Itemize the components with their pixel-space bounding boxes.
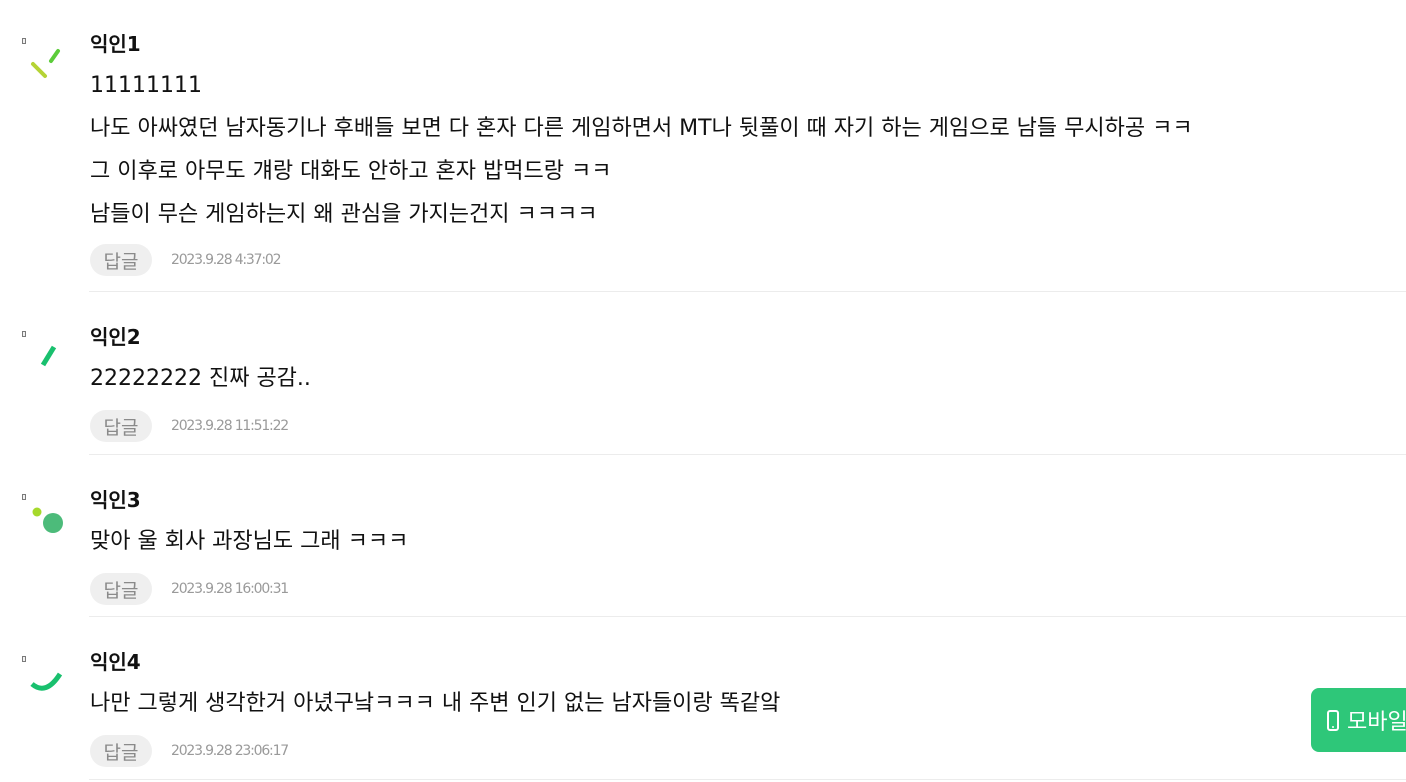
dots-avatar-icon — [32, 507, 63, 533]
comment-text-line: 맞아 울 회사 과장님도 그래 ㅋㅋㅋ — [90, 529, 409, 554]
two-dash-avatar-icon — [31, 49, 60, 78]
comment-text-line: 남들이 무슨 게임하는지 왜 관심을 가지는건지 ㅋㅋㅋㅋ — [90, 202, 598, 227]
reply-button[interactable]: 답글 — [90, 410, 152, 442]
slash-avatar-icon — [40, 345, 57, 367]
avatar[interactable] — [20, 656, 70, 706]
reply-button[interactable]: 답글 — [90, 735, 152, 767]
mobile-view-label: 모바일 — [1347, 710, 1406, 735]
phone-icon — [1327, 709, 1339, 731]
comment-text-line: 그 이후로 아무도 걔랑 대화도 안하고 혼자 밥먹드랑 ㅋㅋ — [90, 159, 612, 184]
divider — [89, 291, 1406, 292]
comment-author: 익인2 — [90, 325, 141, 349]
avatar[interactable] — [20, 38, 70, 88]
divider — [89, 616, 1406, 617]
avatar[interactable] — [20, 331, 70, 381]
comment-list: 익인1 11111111 나도 아싸였던 남자동기나 후배들 보면 다 혼자 다… — [0, 0, 1406, 782]
comment-author: 익인3 — [90, 488, 141, 512]
divider — [89, 779, 1406, 780]
comment-author: 익인4 — [90, 650, 141, 674]
comment-timestamp: 2023.9.28 11:51:22 — [171, 418, 289, 434]
comment-timestamp: 2023.9.28 23:06:17 — [171, 743, 289, 759]
reply-button[interactable]: 답글 — [90, 573, 152, 605]
comment-text-line: 나도 아싸였던 남자동기나 후배들 보면 다 혼자 다른 게임하면서 MT나 뒷… — [90, 116, 1193, 141]
arc-avatar-icon — [30, 672, 63, 691]
comment-text-line: 22222222 진짜 공감.. — [90, 366, 311, 391]
avatar[interactable] — [20, 494, 70, 544]
comment-author: 익인1 — [90, 32, 141, 56]
divider — [89, 454, 1406, 455]
mobile-view-button[interactable]: 모바일 — [1311, 688, 1406, 752]
comment-text-line: 나만 그렇게 생각한거 아녔구낰ㅋㅋㅋ 내 주변 인기 없는 남자들이랑 똑같앜 — [90, 691, 781, 716]
reply-button[interactable]: 답글 — [90, 244, 152, 276]
comment-timestamp: 2023.9.28 4:37:02 — [171, 252, 281, 268]
comment-text-line: 11111111 — [90, 73, 202, 98]
comment-timestamp: 2023.9.28 16:00:31 — [171, 581, 289, 597]
